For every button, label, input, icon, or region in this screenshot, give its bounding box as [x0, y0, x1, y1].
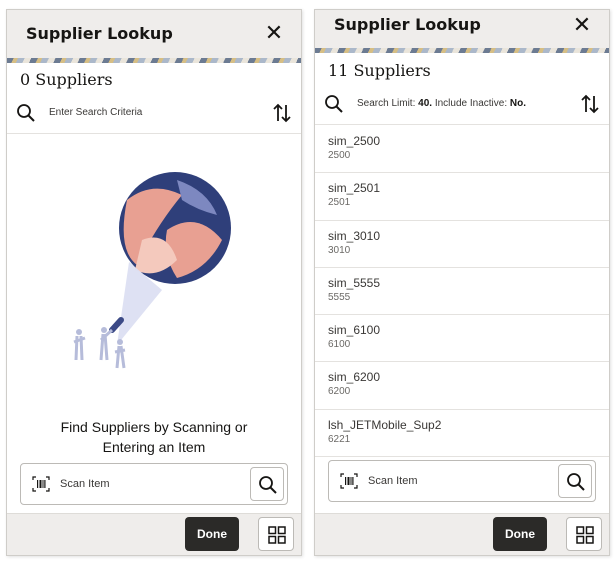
supplier-lookup-empty-panel: Supplier Lookup ✕ 0 Suppliers Enter Sear… — [6, 9, 302, 556]
dialog-header: Supplier Lookup ✕ — [7, 10, 301, 58]
supplier-code: 2500 — [328, 150, 351, 161]
scan-item-label: Scan Item — [60, 478, 110, 490]
supplier-list: sim_2500 2500 sim_2501 2501 sim_3010 301… — [315, 126, 609, 458]
supplier-code: 2501 — [328, 197, 351, 209]
supplier-name: lsh_JETMobile_Sup2 — [328, 417, 442, 432]
search-icon — [259, 476, 277, 494]
done-button[interactable]: Done — [185, 517, 239, 551]
supplier-code: 6200 — [328, 386, 351, 398]
sort-icon[interactable] — [579, 93, 601, 115]
search-icon[interactable] — [16, 103, 36, 123]
supplier-name: sim_6200 — [328, 370, 381, 385]
supplier-code: 6221 — [328, 433, 351, 445]
barcode-icon — [340, 473, 358, 489]
include-inactive-label: Include Inactive: — [434, 98, 508, 109]
search-limit-label: Search Limit: — [357, 98, 416, 109]
done-button[interactable]: Done — [493, 517, 547, 551]
list-item[interactable]: lsh_JETMobile_Sup2 6221 — [315, 410, 609, 458]
scan-search-button[interactable] — [250, 467, 284, 501]
close-icon[interactable]: ✕ — [571, 14, 593, 36]
supplier-name: sim_3010 — [328, 228, 381, 243]
scan-search-button[interactable] — [558, 464, 592, 498]
dialog-header: Supplier Lookup ✕ — [315, 10, 609, 48]
list-item[interactable]: sim_2500 2500 — [315, 126, 609, 174]
list-item[interactable]: sim_5555 5555 — [315, 268, 609, 316]
list-item[interactable]: sim_3010 3010 — [315, 221, 609, 268]
dialog-title: Supplier Lookup — [334, 15, 481, 34]
empty-state-message: Find Suppliers by Scanning or Entering a… — [27, 417, 281, 457]
list-item[interactable]: sim_6100 6100 — [315, 315, 609, 363]
dialog-footer: Done — [7, 513, 301, 555]
scan-item-field[interactable]: Scan Item — [20, 463, 288, 505]
search-icon — [567, 473, 585, 491]
search-limit-value: 40. — [418, 98, 433, 109]
sort-icon[interactable] — [271, 102, 293, 124]
supplier-name: sim_2501 — [328, 181, 381, 196]
supplier-name: sim_6100 — [328, 323, 381, 338]
include-inactive-value: No. — [509, 98, 526, 109]
search-illustration — [73, 172, 231, 369]
search-placeholder: Enter Search Criteria — [49, 107, 143, 118]
barcode-icon — [32, 476, 50, 492]
search-icon[interactable] — [324, 94, 344, 114]
list-item[interactable]: sim_6200 6200 — [315, 362, 609, 410]
close-icon[interactable]: ✕ — [263, 22, 285, 44]
supplier-lookup-results-panel: Supplier Lookup ✕ 11 Suppliers Search Li… — [314, 9, 610, 556]
dialog-footer: Done — [315, 513, 609, 555]
dialog-title: Supplier Lookup — [26, 24, 173, 43]
grid-menu-button[interactable] — [258, 517, 294, 551]
search-row[interactable]: Search Limit: 40. Include Inactive: No. — [315, 85, 609, 125]
decorative-band — [315, 48, 609, 53]
supplier-code: 6100 — [328, 339, 351, 351]
supplier-count: 0 Suppliers — [20, 70, 113, 89]
search-criteria-summary: Search Limit: 40. Include Inactive: No. — [357, 98, 526, 109]
list-item[interactable]: sim_2501 2501 — [315, 173, 609, 221]
grid-icon — [268, 526, 286, 544]
supplier-code: 3010 — [328, 244, 351, 256]
supplier-name: sim_5555 — [328, 275, 381, 290]
grid-icon — [576, 526, 594, 544]
grid-menu-button[interactable] — [566, 517, 602, 551]
decorative-band — [7, 58, 301, 63]
supplier-name: sim_2500 — [328, 134, 381, 148]
search-row[interactable]: Enter Search Criteria — [7, 94, 301, 134]
supplier-count: 11 Suppliers — [328, 61, 431, 80]
scan-item-field[interactable]: Scan Item — [328, 460, 596, 502]
supplier-code: 5555 — [328, 291, 351, 303]
scan-item-label: Scan Item — [368, 475, 418, 487]
empty-message-line2: Entering an Item — [102, 439, 206, 455]
empty-message-line1: Find Suppliers by Scanning or — [60, 419, 248, 435]
